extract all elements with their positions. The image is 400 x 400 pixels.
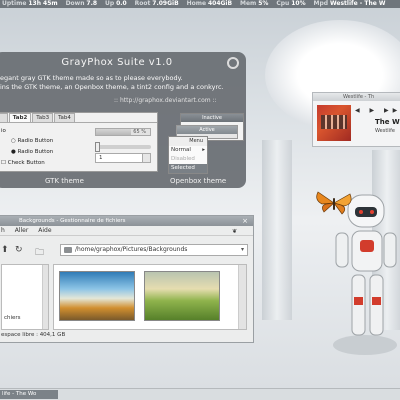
side-item[interactable]: chiers (4, 315, 21, 321)
wallpaper-pillar (262, 140, 292, 320)
close-icon[interactable]: × (242, 216, 248, 226)
gtk-slider[interactable] (95, 142, 151, 152)
gtk-progress-bar: 65 % (95, 128, 151, 136)
openbox-menu-header: Menu (169, 137, 207, 146)
player-controls[interactable]: ◀ ▶ ▶▶ (355, 107, 400, 114)
file-view (53, 264, 247, 330)
suite-title: GrayPhox Suite v1.0 (61, 57, 173, 68)
menu-item-disabled: Disabled (171, 156, 195, 162)
gtk-tab-2[interactable]: Tab2 (8, 113, 32, 122)
spin-arrows-icon[interactable] (142, 154, 150, 162)
openbox-inactive-title: Inactive (181, 114, 243, 122)
up-arrow-icon[interactable]: ⬆ (1, 245, 9, 255)
openbox-logo-icon (227, 57, 239, 69)
suite-url: :: http://graphox.deviantart.com :: (114, 97, 217, 104)
suite-desc-line2: ins the GTK theme, an Openbox theme, a t… (0, 83, 224, 91)
gtk-tab-first[interactable] (0, 113, 8, 122)
butterfly-icon (316, 191, 352, 215)
status-bar: espace libre : 404,1 GB (1, 332, 66, 338)
gtk-progress-fill (96, 129, 132, 135)
player-title: Westlife - Th (313, 93, 400, 101)
menu-edit[interactable]: h (1, 227, 5, 234)
music-player: Westlife - Th ◀ ▶ ▶▶ The W Westlife (312, 92, 400, 147)
gtk-radio-2[interactable]: ○ Radio Button (11, 138, 53, 144)
conky-mem-label: Mem (239, 0, 257, 7)
openbox-theme-caption: Openbox theme (170, 177, 227, 185)
file-manager-menubar: h Aller Aide ❦ (0, 226, 253, 236)
gtk-radio-1-label: io (1, 128, 6, 134)
album-cover (317, 105, 351, 141)
file-manager-titlebar[interactable]: Backgrounds - Gestionnaire de fichiers × (0, 216, 253, 226)
openbox-demo: Inactive Active Menu Normal ▸ Disabled Se… (168, 113, 244, 174)
conky-down-label: Down (65, 0, 85, 7)
new-folder-icon[interactable]: 🗀 (35, 245, 44, 261)
gtk-radio-3-label: Radio Button (17, 149, 54, 155)
conky-up-label: Up (104, 0, 115, 7)
conky-mpd-value: Westlife - The W (330, 0, 386, 7)
conky-root-value: 7.09GiB (152, 0, 179, 7)
menu-go[interactable]: Aller (15, 227, 29, 234)
side-scrollbar[interactable] (42, 265, 48, 329)
file-manager-toolbar: ⬆ ↻ 🗀 /home/graphox/Pictures/Backgrounds… (0, 240, 253, 260)
conky-home-value: 404GiB (207, 0, 233, 7)
chevron-down-icon[interactable]: ▾ (241, 245, 244, 255)
file-thumbnail[interactable] (59, 271, 135, 321)
gtk-check[interactable]: ☐ Check Button (1, 160, 45, 166)
gtk-theme-caption: GTK theme (45, 177, 84, 185)
menu-help[interactable]: Aide (38, 227, 51, 234)
gtk-tab-3[interactable]: Tab3 (32, 113, 54, 122)
folder-icon (64, 247, 72, 253)
reload-icon[interactable]: ↻ (15, 245, 23, 255)
gtk-radio-1[interactable]: io (1, 128, 6, 134)
gtk-radio-3[interactable]: ● Radio Button (11, 149, 53, 155)
conky-uptime-label: Uptime (2, 0, 27, 7)
suite-description: egant gray GTK theme made so as to pleas… (0, 74, 224, 92)
tag-icon[interactable]: ❦ (232, 227, 237, 237)
side-pane: chiers (1, 264, 49, 330)
submenu-arrow-icon: ▸ (202, 147, 205, 153)
gtk-tab-4[interactable]: Tab4 (54, 113, 75, 122)
conky-mpd-label: Mpd (313, 0, 329, 7)
gtk-spin-value: 1 (99, 155, 103, 161)
conky-cpu-value: 10% (291, 0, 306, 7)
menu-item-selected[interactable]: Selected (169, 164, 207, 173)
conky-root-label: Root (134, 0, 151, 7)
gtk-spin-button[interactable]: 1 (95, 153, 151, 163)
conky-mem-value: 5% (258, 0, 269, 7)
openbox-active-title: Active (177, 126, 237, 134)
file-thumbnail[interactable] (144, 271, 220, 321)
file-manager-window: Backgrounds - Gestionnaire de fichiers ×… (0, 215, 254, 343)
taskbar: life - The Wo (0, 388, 400, 400)
openbox-menu: Menu Normal ▸ Disabled Selected (168, 136, 208, 174)
conky-cpu-label: Cpu (276, 0, 290, 7)
conky-uptime-value: 13h 45m (28, 0, 58, 7)
conky-down-value: 7.8 (86, 0, 98, 7)
suite-desc-line1: egant gray GTK theme made so as to pleas… (0, 74, 183, 82)
gtk-check-label: Check Button (7, 160, 45, 166)
taskbar-task[interactable]: life - The Wo (0, 390, 58, 399)
path-bar[interactable]: /home/graphox/Pictures/Backgrounds ▾ (60, 244, 248, 256)
conky-bar: Uptime 13h 45m Down 7.8 Up 0.0 Root 7.09… (0, 0, 400, 8)
gtk-slider-knob[interactable] (95, 142, 100, 152)
gtk-tab-bar: Tab2 Tab3 Tab4 (0, 113, 157, 123)
gtk-demo-widget: Tab2 Tab3 Tab4 io ○ Radio Button ● Radio… (0, 112, 158, 172)
player-track: The W (375, 118, 400, 126)
menu-item-normal[interactable]: Normal ▸ (169, 146, 207, 155)
menu-item-normal-label: Normal (171, 147, 191, 153)
player-artist: Westlife (375, 128, 395, 134)
path-text: /home/graphox/Pictures/Backgrounds (75, 246, 188, 253)
gtk-progress-text: 65 % (133, 129, 146, 135)
file-view-scrollbar[interactable] (238, 265, 246, 329)
conky-home-label: Home (186, 0, 207, 7)
conky-up-value: 0.0 (116, 0, 127, 7)
file-manager-title: Backgrounds - Gestionnaire de fichiers (19, 218, 126, 224)
gtk-radio-2-label: Radio Button (17, 138, 54, 144)
